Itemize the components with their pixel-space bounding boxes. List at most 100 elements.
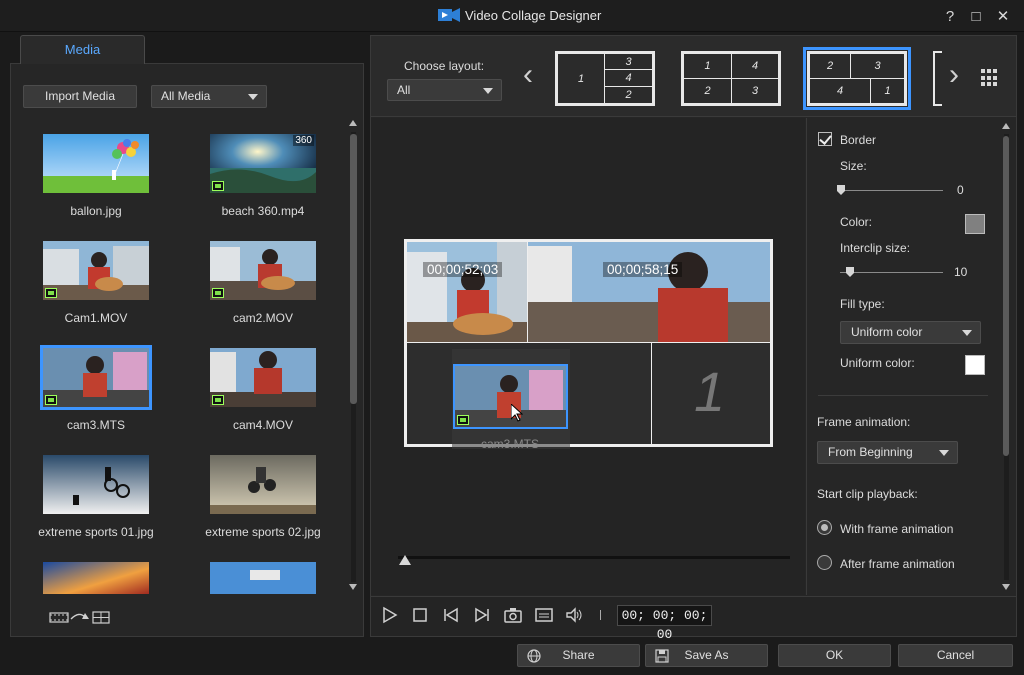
interclip-label: Interclip size: [840,241,911,255]
layout-cell: 4 [731,53,779,79]
layout-cell: 1 [870,78,905,104]
fill-type-dropdown[interactable]: Uniform color [840,321,981,344]
media-thumb-ballon[interactable] [43,134,149,193]
layout-filter-dropdown[interactable]: All [387,79,502,101]
volume-icon[interactable] [564,605,584,625]
layout-cell: 3 [731,78,779,104]
chevron-down-icon [483,88,493,94]
layout-option-3[interactable]: 2 3 4 1 [803,47,911,110]
layout-option-1[interactable]: 1 3 4 2 [555,51,655,106]
size-slider-track[interactable] [840,190,943,191]
media-thumb-beach360[interactable]: 360 [210,134,316,193]
media-thumb-skate[interactable] [210,562,316,594]
layout-cell: 4 [604,69,653,87]
media-label: cam2.MOV [232,311,293,325]
media-thumb-cam2[interactable] [210,241,316,300]
save-as-button[interactable]: Save As [645,644,768,667]
frame-animation-value: From Beginning [828,445,913,459]
import-media-button[interactable]: Import Media [23,85,137,108]
properties-scrollbar[interactable] [1001,122,1011,592]
frame-animation-dropdown[interactable]: From Beginning [817,441,958,464]
media-filter-value: All Media [161,89,211,103]
media-label: cam3.MTS [66,418,125,432]
guitar-video-frame [528,242,770,342]
layout-filter-value: All [397,83,411,97]
guitar-video-frame [43,348,149,407]
media-thumb-extreme1[interactable] [43,455,149,514]
sunset-photo [43,562,149,594]
collage-cell-2[interactable]: 00;00;58;15 [527,241,771,343]
stop-icon[interactable] [410,605,430,625]
chevron-down-icon [939,450,949,456]
media-label: ballon.jpg [70,204,122,218]
mouse-cursor-icon [511,404,523,422]
media-thumb-cam3[interactable] [40,345,152,410]
save-disk-icon [655,649,669,663]
all-layouts-grid-icon[interactable] [981,69,999,87]
storyboard-toggle-icon[interactable] [49,609,111,625]
interclip-slider-track[interactable] [840,272,943,273]
previous-frame-icon[interactable] [441,605,461,625]
subtitles-icon[interactable] [534,605,554,625]
video-clip-icon [45,395,57,405]
ok-button[interactable]: OK [778,644,891,667]
next-frame-icon[interactable] [472,605,492,625]
video-clip-icon [45,288,57,298]
clip-timecode: 00;00;52;03 [423,262,503,277]
media-scrollbar[interactable] [347,118,359,594]
size-value: 0 [957,183,964,197]
video-clip-icon [212,395,224,405]
start-playback-label: Start clip playback: [817,487,918,501]
radio-with-frame-animation[interactable] [817,520,832,535]
section-divider [818,395,988,396]
clip-timecode: 00;00;58;15 [603,262,683,277]
play-icon[interactable] [379,605,399,625]
close-button[interactable]: ✕ [994,8,1012,26]
share-label: Share [562,648,595,662]
guitar-video-frame [210,348,316,407]
video-clip-icon [212,288,224,298]
border-checkbox[interactable] [818,132,832,146]
scroll-thumb[interactable] [350,134,357,404]
timecode-display[interactable]: 00; 00; 00; 00 [617,605,712,642]
share-button[interactable]: Share [517,644,640,667]
motocross-photo [210,455,316,514]
chevron-left-icon[interactable]: ‹ [523,60,533,90]
layout-cell: 1 [557,53,605,104]
media-filter-dropdown[interactable]: All Media [151,85,267,108]
media-label: cam4.MOV [232,418,293,432]
snapshot-camera-icon[interactable] [503,605,523,625]
border-label: Border [840,133,877,147]
collage-cell-1[interactable]: 00;00;52;03 [406,241,528,343]
chevron-right-icon[interactable]: › [949,60,959,90]
collage-cell-4[interactable]: 1 [651,342,771,445]
timeline-track[interactable] [398,556,790,559]
chevron-down-icon [248,94,258,100]
tab-media[interactable]: Media [20,35,145,64]
video-clip-icon [457,415,469,425]
maximize-button[interactable]: □ [967,8,985,26]
border-color-swatch[interactable] [965,214,985,234]
radio-after-label: After frame animation [840,557,955,571]
layout-cell: 4 [809,78,871,104]
video-clip-icon [212,181,224,191]
layout-cell: 2 [683,78,732,104]
cancel-button[interactable]: Cancel [898,644,1013,667]
layout-option-4-partial[interactable] [933,51,942,106]
media-thumb-sunset[interactable] [43,562,149,594]
uniform-color-swatch[interactable] [965,355,985,375]
color-label: Color: [840,215,873,229]
radio-after-frame-animation[interactable] [817,555,832,570]
scroll-thumb[interactable] [1003,136,1009,456]
media-label: beach 360.mp4 [221,204,305,218]
media-thumb-cam4[interactable] [210,348,316,407]
media-thumb-extreme2[interactable] [210,455,316,514]
layout-cell: 2 [809,53,851,79]
app-logo-icon [438,8,460,22]
timeline-playhead[interactable] [399,555,411,565]
layout-option-2[interactable]: 1 4 2 3 [681,51,781,106]
media-label: Cam1.MOV [64,311,128,325]
media-thumb-cam1[interactable] [43,241,149,300]
window-title: Video Collage Designer [465,8,602,23]
help-button[interactable]: ? [941,8,959,26]
